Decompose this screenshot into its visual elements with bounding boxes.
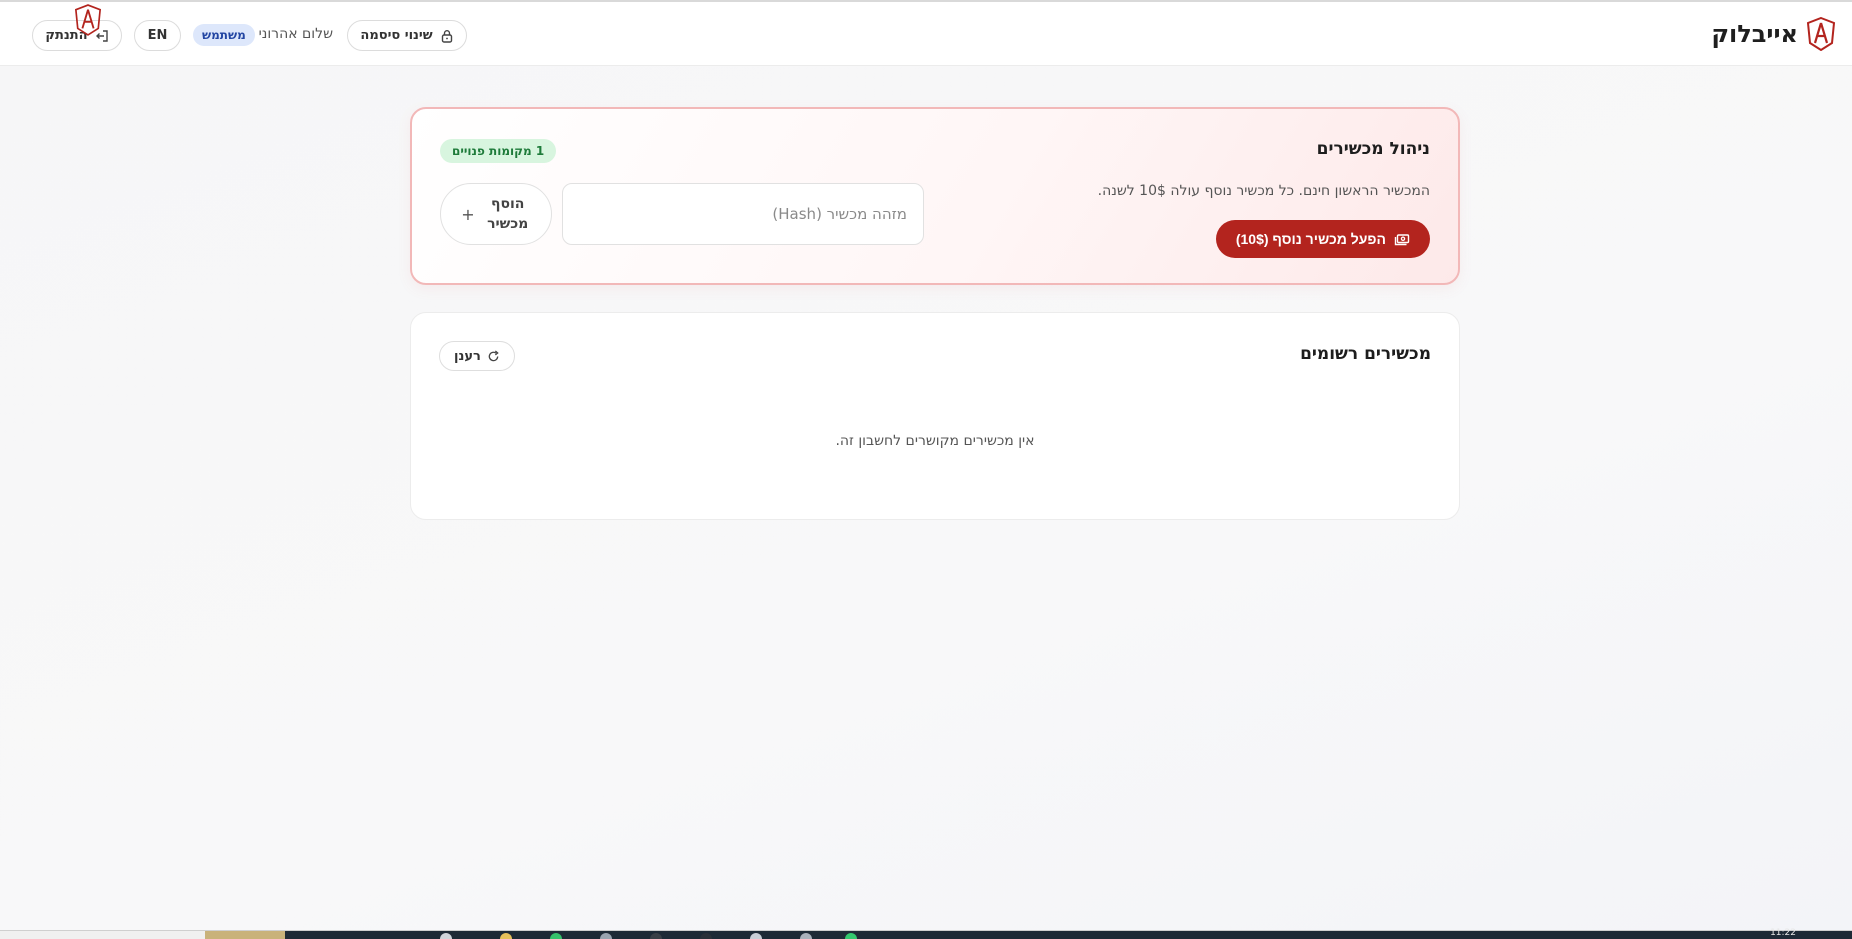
- taskbar-app-icon[interactable]: [440, 933, 452, 939]
- registered-devices-title: מכשירים רשומים: [1300, 344, 1431, 364]
- language-toggle-button[interactable]: EN: [134, 20, 181, 51]
- brand[interactable]: אייבלוק: [1711, 16, 1836, 52]
- taskbar-app-icon[interactable]: [550, 933, 562, 939]
- os-taskbar: 11:22: [0, 928, 1852, 939]
- taskbar-clock: 11:22: [1770, 928, 1796, 938]
- device-hash-input[interactable]: [562, 183, 924, 245]
- manage-devices-title: ניהול מכשירים: [1316, 139, 1430, 159]
- activate-device-label: הפעל מכשיר נוסף (10$): [1235, 231, 1386, 247]
- shield-logo-icon: [74, 4, 102, 36]
- taskbar-app-icon[interactable]: [800, 933, 812, 939]
- pricing-description: המכשיר הראשון חינם. כל מכשיר נוסף עולה 1…: [1097, 183, 1430, 199]
- change-password-button[interactable]: שינוי סיסמה: [347, 20, 467, 51]
- refresh-button[interactable]: רענן: [439, 341, 515, 371]
- top-navigation-bar: אייבלוק שינוי סיסמה שלום אהרוני משתמש EN…: [0, 0, 1852, 66]
- add-device-button[interactable]: הוסף מכשיר +: [440, 183, 552, 245]
- role-badge: משתמש: [193, 24, 255, 46]
- add-device-label: הוסף מכשיר: [487, 196, 529, 232]
- money-icon: [1394, 234, 1410, 246]
- language-label: EN: [147, 28, 168, 43]
- refresh-icon: [488, 349, 499, 361]
- taskbar-app-icon[interactable]: [600, 933, 612, 939]
- manage-devices-card: ניהול מכשירים 1 מקומות פנויים המכשיר הרא…: [410, 107, 1460, 285]
- taskbar-app-icon[interactable]: [650, 933, 662, 939]
- change-password-label: שינוי סיסמה: [360, 28, 433, 43]
- refresh-label: רענן: [454, 348, 481, 364]
- brand-name: אייבלוק: [1711, 20, 1798, 48]
- taskbar-app-icon[interactable]: [750, 933, 762, 939]
- taskbar-app-icon[interactable]: [700, 933, 712, 939]
- taskbar-thumbnail: [205, 931, 285, 939]
- registered-devices-card: מכשירים רשומים רענן אין מכשירים מקושרים …: [410, 312, 1460, 520]
- free-slots-badge: 1 מקומות פנויים: [440, 139, 557, 163]
- empty-devices-message: אין מכשירים מקושרים לחשבון זה.: [835, 433, 1035, 449]
- activate-device-button[interactable]: הפעל מכשיר נוסף (10$): [1215, 220, 1430, 258]
- lock-icon: [441, 29, 452, 43]
- taskbar-app-icon[interactable]: [500, 933, 512, 939]
- user-greeting: שלום אהרוני: [258, 26, 333, 42]
- shield-logo-icon: [1806, 17, 1836, 51]
- taskbar-app-icon[interactable]: [845, 933, 857, 939]
- plus-icon: +: [461, 204, 475, 224]
- taskbar-panel: [285, 931, 1852, 939]
